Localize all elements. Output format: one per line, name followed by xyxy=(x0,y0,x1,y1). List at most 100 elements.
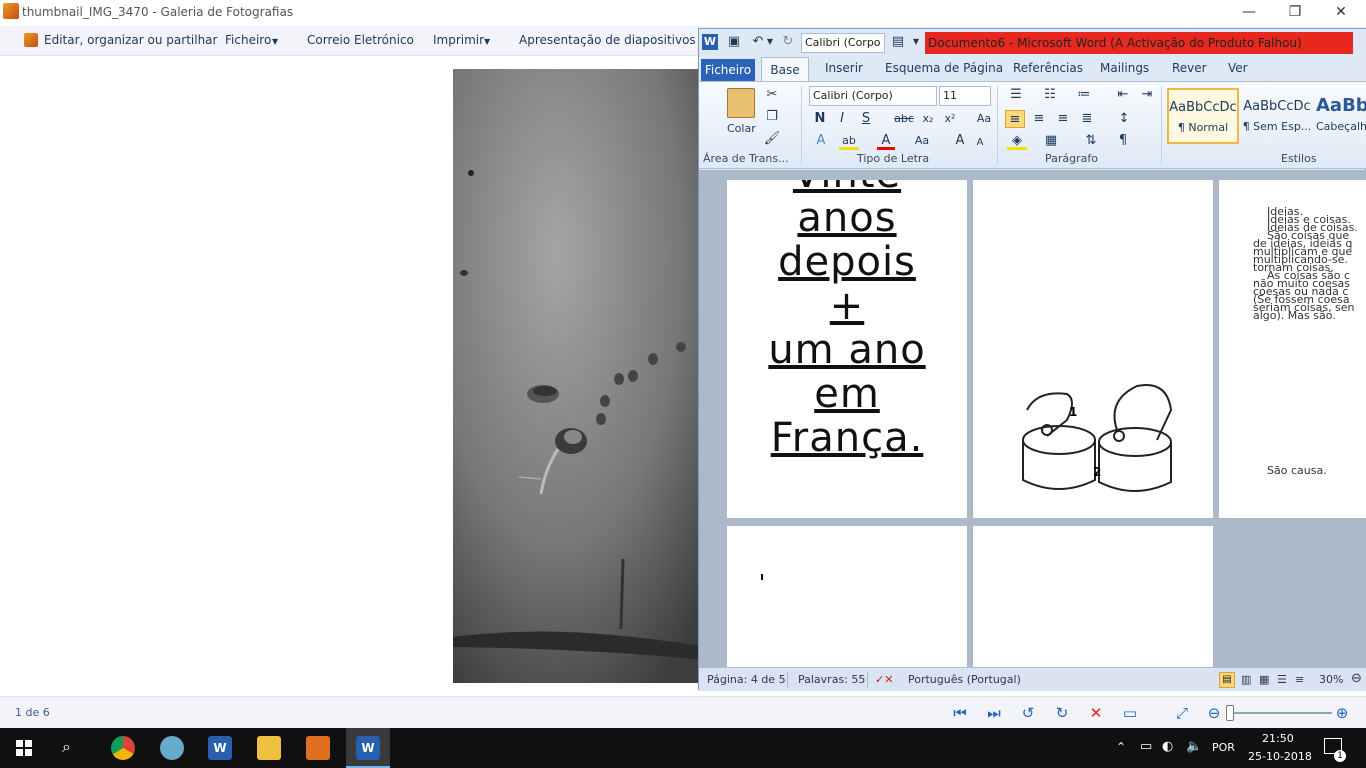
multilevel-list-icon[interactable]: ≔ xyxy=(1073,86,1095,104)
decrease-indent-icon[interactable]: ⇤ xyxy=(1113,86,1133,104)
photo-gallery-icon[interactable] xyxy=(306,736,330,760)
text-effects-icon[interactable]: A xyxy=(811,132,831,150)
qat-font-combo[interactable]: Calibri (Corpo xyxy=(801,33,885,53)
windows-start-icon[interactable] xyxy=(16,740,32,756)
style-label: ¶ Sem Esp... xyxy=(1242,120,1312,133)
tab-review[interactable]: Rever xyxy=(1172,61,1207,75)
file-explorer-icon[interactable] xyxy=(257,736,281,760)
chevron-up-icon[interactable]: ⌃ xyxy=(1116,740,1126,754)
search-icon[interactable]: ⌕ xyxy=(62,737,71,757)
style-no-spacing[interactable]: AaBbCcDc ¶ Sem Esp... xyxy=(1241,88,1313,144)
menu-print[interactable]: Imprimir xyxy=(433,33,484,47)
tab-mailings[interactable]: Mailings xyxy=(1100,61,1149,75)
chrome-icon[interactable] xyxy=(111,736,135,760)
network-icon[interactable]: ◐ xyxy=(1162,739,1173,754)
language-indicator[interactable]: Português (Portugal) xyxy=(908,673,1021,686)
zoom-out-icon[interactable]: ⊖ xyxy=(1204,703,1224,723)
shrink-font-icon[interactable]: A xyxy=(971,134,989,152)
web-layout-icon[interactable]: ▦ xyxy=(1259,673,1269,686)
cut-icon[interactable]: ✂ xyxy=(763,86,781,104)
menu-file[interactable]: Ficheiro xyxy=(225,33,271,47)
align-center-icon[interactable]: ≡ xyxy=(1029,110,1049,128)
rotate-right-icon[interactable]: ↻ xyxy=(1052,703,1072,723)
clock-date[interactable]: 25-10-2018 xyxy=(1248,750,1312,763)
draft-icon[interactable]: ≡ xyxy=(1295,673,1304,686)
clipboard-icon[interactable] xyxy=(727,88,755,118)
tab-file[interactable]: Ficheiro xyxy=(701,59,755,81)
shading-icon[interactable]: ◈ xyxy=(1007,132,1027,150)
italic-button[interactable]: I xyxy=(833,110,851,128)
battery-icon[interactable]: ▭ xyxy=(1140,739,1152,754)
grow-font-icon[interactable]: A xyxy=(951,132,969,150)
borders-icon[interactable]: ▦ xyxy=(1041,132,1061,150)
bold-button[interactable]: N xyxy=(811,110,829,128)
language-indicator[interactable]: POR xyxy=(1212,741,1235,754)
text-cursor xyxy=(761,574,763,580)
line-spacing-icon[interactable]: ↕ xyxy=(1113,110,1135,128)
clear-format-icon[interactable]: Aa xyxy=(975,110,993,128)
underline-button[interactable]: S xyxy=(857,110,875,128)
page-indicator[interactable]: Página: 4 de 5 xyxy=(707,673,786,686)
format-painter-icon[interactable]: 🖌 xyxy=(763,130,781,148)
paint-icon[interactable] xyxy=(160,736,184,760)
style-normal[interactable]: AaBbCcDc ¶ Normal xyxy=(1167,88,1239,144)
copy-icon[interactable]: ❐ xyxy=(763,108,781,126)
close-icon[interactable]: ✕ xyxy=(1318,0,1364,26)
align-left-icon[interactable]: ≡ xyxy=(1005,110,1025,128)
show-formatting-icon[interactable]: ¶ xyxy=(1113,132,1133,150)
chevron-down-icon[interactable]: ▼ xyxy=(765,33,775,51)
zoom-in-icon[interactable]: ⊕ xyxy=(1332,703,1352,723)
bullets-icon[interactable]: ☰ xyxy=(1005,86,1027,104)
fit-icon[interactable]: ⤢ xyxy=(1172,703,1192,723)
rotate-left-icon[interactable]: ↺ xyxy=(1018,703,1038,723)
delete-icon[interactable]: ✕ xyxy=(1086,703,1106,723)
customize-qat-icon[interactable]: ▼ xyxy=(911,33,921,51)
sort-icon[interactable]: ⇅ xyxy=(1081,132,1101,150)
minimize-icon[interactable]: — xyxy=(1226,0,1272,26)
volume-icon[interactable]: 🔈 xyxy=(1186,739,1202,754)
menu-slideshow[interactable]: Apresentação de diapositivos xyxy=(519,33,696,47)
zoom-level[interactable]: 30% xyxy=(1319,673,1343,686)
tab-view[interactable]: Ver xyxy=(1228,61,1248,75)
style-heading[interactable]: AaBbC Cabeçalh xyxy=(1315,88,1366,144)
subscript-icon[interactable]: x₂ xyxy=(919,110,937,128)
tab-layout[interactable]: Esquema de Página xyxy=(885,61,1003,75)
word-active-task[interactable]: W xyxy=(346,728,390,768)
increase-indent-icon[interactable]: ⇥ xyxy=(1137,86,1157,104)
superscript-icon[interactable]: x² xyxy=(941,110,959,128)
save-icon[interactable]: ▣ xyxy=(725,33,743,51)
word-taskbar-icon[interactable]: W xyxy=(208,736,232,760)
tab-insert[interactable]: Inserir xyxy=(825,61,863,75)
print-layout-icon[interactable]: ▤ xyxy=(1219,672,1235,688)
strikethrough-icon[interactable]: abc xyxy=(893,110,915,128)
slideshow-icon[interactable]: ▭ xyxy=(1120,703,1140,723)
font-color-icon[interactable]: A xyxy=(877,132,895,150)
zoom-out-icon[interactable]: ⊖ xyxy=(1351,671,1362,686)
menu-email[interactable]: Correio Eletrónico xyxy=(307,33,414,47)
folder-icon[interactable]: ▤ xyxy=(889,33,907,51)
numbering-icon[interactable]: ☷ xyxy=(1039,86,1061,104)
taskbar: ⌕ W W ⌃ ▭ ◐ 🔈 POR 21:50 25-10-2018 1 xyxy=(0,728,1366,768)
highlight-icon[interactable]: ab xyxy=(839,132,859,150)
font-size-combo[interactable]: 11 xyxy=(939,86,991,106)
justify-icon[interactable]: ≣ xyxy=(1077,110,1097,128)
full-screen-icon[interactable]: ▥ xyxy=(1241,673,1251,686)
zoom-slider-thumb[interactable] xyxy=(1226,705,1234,721)
font-name-combo[interactable]: Calibri (Corpo) xyxy=(809,86,937,106)
previous-icon[interactable]: ⏮ xyxy=(950,703,970,723)
document-area[interactable]: Vinte anos depois + um ano em França. 1 xyxy=(699,170,1366,667)
paste-button[interactable]: Colar xyxy=(727,122,756,135)
tab-references[interactable]: Referências xyxy=(1013,61,1083,75)
menu-organize[interactable]: Editar, organizar ou partilhar xyxy=(44,33,217,47)
clock-time[interactable]: 21:50 xyxy=(1262,732,1294,745)
tab-home[interactable]: Base xyxy=(761,57,809,83)
outline-icon[interactable]: ☰ xyxy=(1277,673,1287,686)
restore-icon[interactable]: ❐ xyxy=(1272,0,1318,26)
change-case-icon[interactable]: Aa xyxy=(911,132,933,150)
redo-icon[interactable]: ↻ xyxy=(779,33,797,51)
zoom-slider[interactable] xyxy=(1228,712,1332,714)
next-icon[interactable]: ⏭ xyxy=(984,703,1004,723)
align-right-icon[interactable]: ≡ xyxy=(1053,110,1073,128)
word-count[interactable]: Palavras: 55 xyxy=(798,673,865,686)
proofing-icon[interactable]: ✓✕ xyxy=(875,673,893,686)
